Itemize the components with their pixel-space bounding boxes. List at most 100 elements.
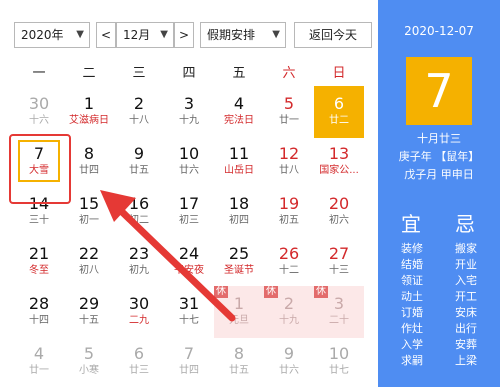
lunar-date: 十月廿三 (417, 132, 461, 145)
date-cell[interactable]: 30 二九 (114, 286, 164, 338)
date-cell[interactable]: 16 初二 (114, 186, 164, 238)
date-cell[interactable]: 6 廿二 (314, 86, 364, 138)
rest-day-badge: 休 (214, 286, 228, 298)
next-month-button[interactable]: > (174, 22, 194, 48)
lunar-label: 初四 (229, 215, 249, 226)
lunar-label: 十七 (179, 315, 199, 326)
ji-title: 忌 (455, 212, 475, 236)
yi-title: 宜 (401, 212, 421, 236)
date-cell[interactable]: 10 廿六 (164, 136, 214, 188)
weekday-label: 一 (32, 66, 46, 81)
date-number: 4 (33, 344, 45, 363)
date-cell[interactable]: 5 小寒 (64, 336, 114, 387)
ji-item: 安葬 (455, 338, 477, 351)
date-number: 6 (333, 94, 345, 113)
ji-item: 安床 (455, 306, 477, 319)
date-cell[interactable]: 26 十二 (264, 236, 314, 288)
date-cell[interactable]: 23 初九 (114, 236, 164, 288)
weekday-label: 日 (332, 66, 346, 81)
lunar-label: 初六 (329, 215, 349, 226)
date-cell[interactable]: 1 艾滋病日 (64, 86, 114, 138)
lunar-label: 二十 (329, 315, 349, 326)
date-cell[interactable]: 6 廿三 (114, 336, 164, 387)
month-select[interactable]: 12月 ▼ (116, 22, 174, 48)
lunar-label: 初一 (79, 215, 99, 226)
date-cell[interactable]: 4 宪法日 (214, 86, 264, 138)
year-select[interactable]: 2020年 ▼ (14, 22, 90, 48)
yi-item: 动土 (401, 290, 423, 303)
weekday-label: 二 (82, 66, 96, 81)
lunar-label: 三十 (29, 215, 49, 226)
date-number: 25 (228, 244, 250, 263)
date-cell[interactable]: 30 十六 (14, 86, 64, 138)
date-cell[interactable]: 18 初四 (214, 186, 264, 238)
yi-item: 作灶 (401, 322, 423, 335)
lunar-label: 初三 (179, 215, 199, 226)
date-cell[interactable]: 2 十八 (114, 86, 164, 138)
date-cell[interactable]: 8 廿五 (214, 336, 264, 387)
weekday-label: 五 (232, 66, 246, 81)
ji-item: 出行 (455, 322, 477, 335)
date-cell[interactable]: 20 初六 (314, 186, 364, 238)
lunar-label: 廿四 (179, 365, 199, 376)
ji-item: 开工 (455, 290, 477, 303)
yi-item: 求嗣 (401, 354, 423, 367)
date-cell[interactable]: 休 3 二十 (314, 286, 364, 338)
date-cell[interactable]: 12 廿八 (264, 136, 314, 188)
date-cell[interactable]: 3 十九 (164, 86, 214, 138)
date-number: 21 (28, 244, 50, 263)
date-cell[interactable]: 31 十七 (164, 286, 214, 338)
date-cell[interactable]: 25 圣诞节 (214, 236, 264, 288)
date-cell[interactable]: 19 初五 (264, 186, 314, 238)
calendar-widget: 2020年 ▼ < 12月 ▼ > 假期安排 ▼ 返回今天 一 二 三 四 五 六 日 30… (0, 0, 500, 387)
selected-date: 2020-12-07 (404, 24, 474, 38)
date-number: 23 (128, 244, 150, 263)
date-number: 5 (283, 94, 295, 113)
date-cell[interactable]: 28 十四 (14, 286, 64, 338)
lunar-label: 艾滋病日 (69, 115, 109, 126)
date-number: 17 (178, 194, 200, 213)
lunar-label: 廿六 (179, 165, 199, 176)
date-cell[interactable]: 22 初八 (64, 236, 114, 288)
lunar-label: 廿六 (279, 365, 299, 376)
date-cell[interactable]: 15 初一 (64, 186, 114, 238)
date-number: 9 (133, 144, 145, 163)
ji-item: 搬家 (455, 242, 477, 255)
lunar-label: 廿二 (329, 115, 349, 126)
lunar-label: 廿三 (129, 365, 149, 376)
date-cell[interactable]: 29 十五 (64, 286, 114, 338)
date-number: 2 (133, 94, 145, 113)
date-number: 16 (128, 194, 150, 213)
prev-month-button[interactable]: < (96, 22, 116, 48)
date-cell[interactable]: 8 廿四 (64, 136, 114, 188)
date-cell[interactable]: 11 山岳日 (214, 136, 264, 188)
lunar-label: 山岳日 (224, 165, 254, 176)
date-cell[interactable]: 9 廿五 (114, 136, 164, 188)
date-cell[interactable]: 休 2 十九 (264, 286, 314, 338)
day-detail-panel: 2020-12-07 7 十月廿三 庚子年 【鼠年】 戊子月 甲申日 宜 忌 装… (378, 0, 500, 387)
date-cell[interactable]: 27 十三 (314, 236, 364, 288)
date-cell[interactable]: 24 平安夜 (164, 236, 214, 288)
date-cell[interactable]: 7 廿四 (164, 336, 214, 387)
holiday-select[interactable]: 假期安排 ▼ (200, 22, 286, 48)
lunar-label: 初九 (129, 265, 149, 276)
date-cell[interactable]: 17 初三 (164, 186, 214, 238)
chevron-down-icon: ▼ (160, 29, 168, 40)
date-cell[interactable]: 5 廿一 (264, 86, 314, 138)
lunar-label: 初五 (279, 215, 299, 226)
lunar-label: 十三 (329, 265, 349, 276)
lunar-label: 廿五 (129, 165, 149, 176)
lunar-label: 十五 (79, 315, 99, 326)
date-cell[interactable]: 休 1 元旦 (214, 286, 264, 338)
weekday-label: 六 (282, 66, 296, 81)
date-cell[interactable]: 4 廿一 (14, 336, 64, 387)
lunar-label: 小寒 (79, 365, 99, 376)
return-today-button[interactable]: 返回今天 (294, 22, 372, 48)
date-cell[interactable]: 9 廿六 (264, 336, 314, 387)
date-number: 30 (28, 94, 50, 113)
date-number: 8 (233, 344, 245, 363)
date-cell[interactable]: 21 冬至 (14, 236, 64, 288)
ji-item: 入宅 (455, 274, 477, 287)
date-cell[interactable]: 13 国家公... (314, 136, 364, 188)
date-cell[interactable]: 10 廿七 (314, 336, 364, 387)
